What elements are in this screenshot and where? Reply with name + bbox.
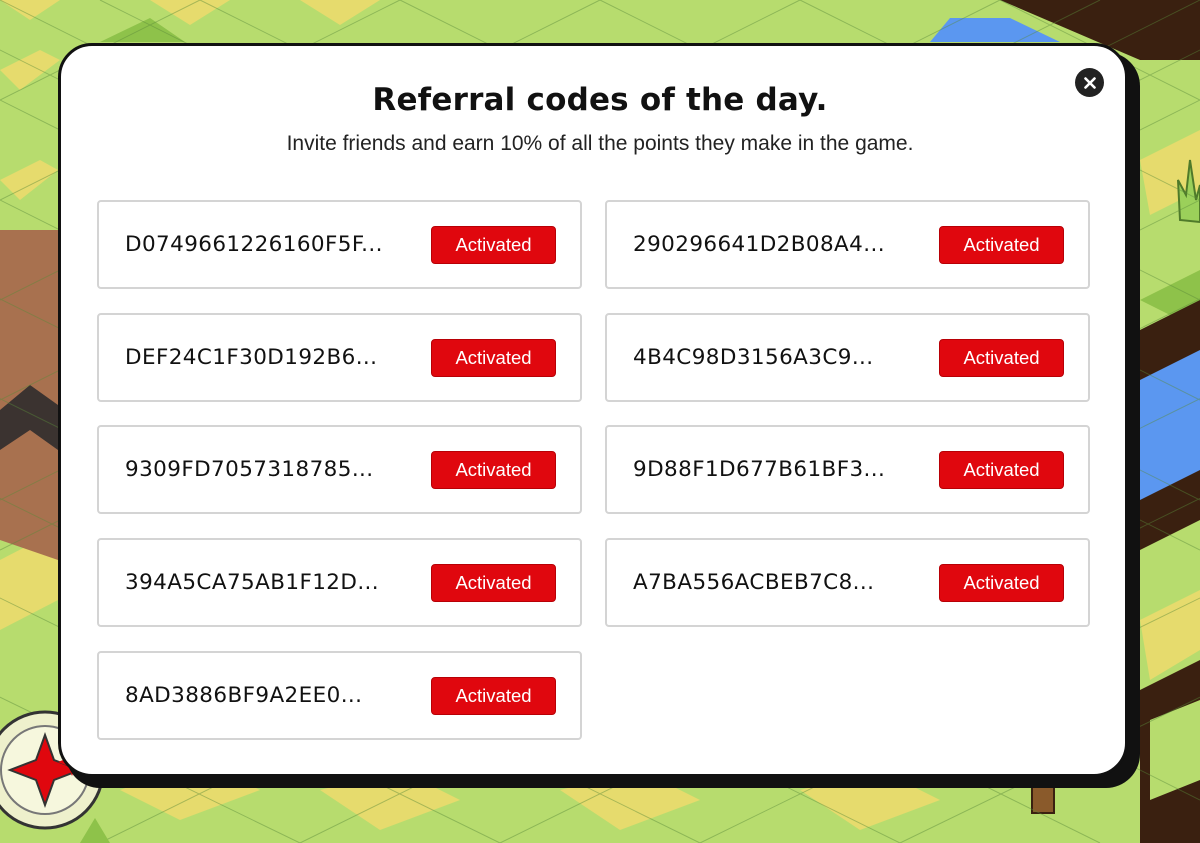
referral-code[interactable]: A7BA556ACBEB7C8... (633, 540, 874, 626)
referral-code[interactable]: 8AD3886BF9A2EE0... (125, 653, 362, 739)
referral-code[interactable]: 394A5CA75AB1F12D... (125, 540, 379, 626)
referral-code-card[interactable]: 9D88F1D677B61BF3... Activated (605, 425, 1090, 514)
activated-button[interactable]: Activated (939, 226, 1064, 264)
referral-code-card[interactable]: A7BA556ACBEB7C8... Activated (605, 538, 1090, 627)
modal-subtitle: Invite friends and earn 10% of all the p… (286, 132, 914, 155)
close-button[interactable] (1075, 68, 1104, 97)
referral-code-card[interactable]: D0749661226160F5F... Activated (97, 200, 582, 289)
referral-code-card[interactable]: 8AD3886BF9A2EE0... Activated (97, 651, 582, 740)
referral-code-card[interactable]: 4B4C98D3156A3C9... Activated (605, 313, 1090, 402)
activated-button[interactable]: Activated (939, 564, 1064, 602)
referral-code-card[interactable]: 290296641D2B08A4... Activated (605, 200, 1090, 289)
referral-code[interactable]: 9309FD7057318785... (125, 427, 374, 513)
close-icon (1083, 76, 1096, 89)
referral-code[interactable]: 9D88F1D677B61BF3... (633, 427, 885, 513)
referral-code[interactable]: DEF24C1F30D192B6... (125, 315, 377, 401)
referral-code-card[interactable]: 9309FD7057318785... Activated (97, 425, 582, 514)
activated-button[interactable]: Activated (431, 451, 556, 489)
modal-title: Referral codes of the day. (372, 82, 828, 118)
referral-code-card[interactable]: DEF24C1F30D192B6... Activated (97, 313, 582, 402)
activated-button[interactable]: Activated (939, 451, 1064, 489)
activated-button[interactable]: Activated (431, 677, 556, 715)
activated-button[interactable]: Activated (431, 564, 556, 602)
activated-button[interactable]: Activated (431, 226, 556, 264)
activated-button[interactable]: Activated (939, 339, 1064, 377)
referral-code[interactable]: D0749661226160F5F... (125, 202, 383, 288)
activated-button[interactable]: Activated (431, 339, 556, 377)
referral-code[interactable]: 4B4C98D3156A3C9... (633, 315, 874, 401)
referral-code-card[interactable]: 394A5CA75AB1F12D... Activated (97, 538, 582, 627)
referral-code[interactable]: 290296641D2B08A4... (633, 202, 885, 288)
